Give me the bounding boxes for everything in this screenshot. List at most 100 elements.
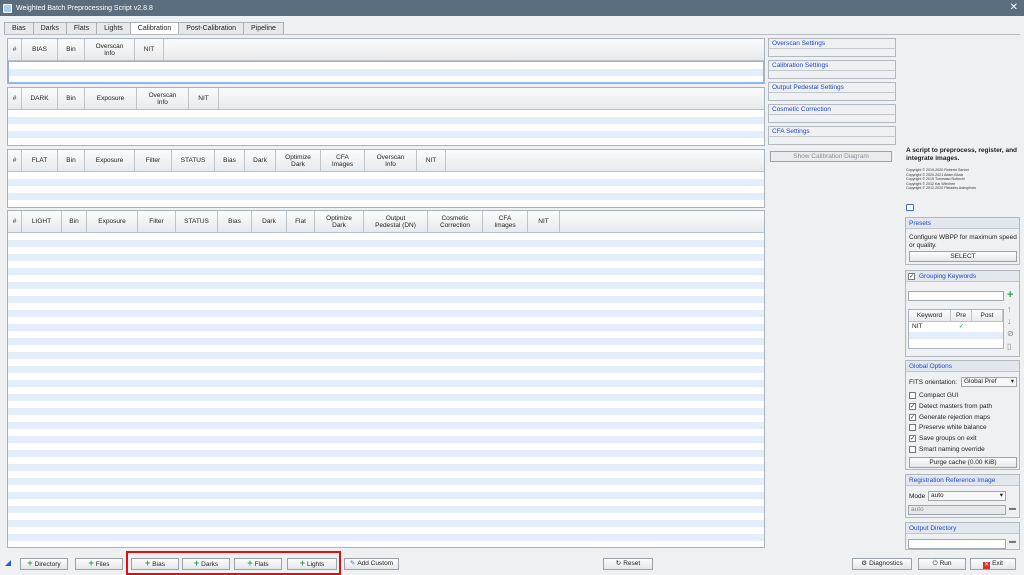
col-bin[interactable]: Bin — [62, 211, 87, 232]
col-optimize-dark[interactable]: Optimize Dark — [315, 211, 364, 232]
col-bin[interactable]: Bin — [58, 39, 85, 60]
keywords-table[interactable]: Keyword Pre Post NIT ✓ — [908, 309, 1004, 349]
col-status[interactable]: STATUS — [172, 150, 215, 171]
col-bin[interactable]: Bin — [58, 88, 85, 109]
output-directory-input[interactable] — [908, 539, 1006, 549]
grouping-header[interactable]: Grouping Keywords — [906, 271, 1019, 282]
flat-table[interactable]: # FLAT Bin Exposure Filter STATUS Bias D… — [7, 149, 765, 208]
compact-gui-checkbox[interactable]: Compact GUI — [909, 391, 1019, 400]
tab-lights[interactable]: Lights — [96, 22, 131, 34]
keyword-input[interactable] — [908, 291, 1004, 301]
select-preset-button[interactable]: SELECT — [909, 251, 1017, 262]
reset-button[interactable]: ↻ Reset — [603, 558, 653, 570]
calibration-settings-section[interactable]: Calibration Settings — [768, 60, 896, 79]
comment-icon[interactable] — [906, 204, 914, 211]
arrow-down-icon[interactable]: ↓ — [1007, 316, 1012, 326]
tab-darks[interactable]: Darks — [32, 22, 67, 34]
folder-icon[interactable]: ▬ — [1009, 505, 1016, 512]
col-bin[interactable]: Bin — [58, 150, 85, 171]
reference-image-input[interactable]: auto — [908, 505, 1006, 515]
keyword-cell: NIT — [912, 323, 923, 330]
output-pedestal-section[interactable]: Output Pedestal Settings — [768, 82, 896, 101]
rejection-maps-checkbox[interactable]: ✓ Generate rejection maps — [909, 413, 1019, 422]
col-nit[interactable]: NIT — [528, 211, 560, 232]
col-dark[interactable]: DARK — [22, 88, 58, 109]
col-overscan[interactable]: Overscan Info — [85, 39, 135, 60]
link-icon[interactable]: ⊘ — [1007, 329, 1014, 338]
exit-icon: ✕ — [983, 562, 991, 569]
col-dark[interactable]: Dark — [252, 211, 287, 232]
section-header[interactable]: CFA Settings — [769, 127, 895, 137]
col-index[interactable]: # — [8, 211, 22, 232]
col-nit[interactable]: NIT — [417, 150, 446, 171]
tab-bias[interactable]: Bias — [4, 22, 34, 34]
col-flat[interactable]: FLAT — [22, 150, 58, 171]
fits-orientation-label: FITS orientation: — [909, 379, 958, 386]
files-button[interactable]: + Files — [75, 558, 123, 570]
table-row[interactable]: NIT ✓ — [909, 322, 1003, 332]
exit-button[interactable]: ✕ Exit — [970, 558, 1016, 570]
col-index[interactable]: # — [8, 88, 22, 109]
resize-corner-icon[interactable] — [5, 560, 11, 566]
save-groups-checkbox[interactable]: ✓ Save groups on exit — [909, 434, 1019, 443]
col-post[interactable]: Post — [972, 310, 1003, 321]
pre-check-icon[interactable]: ✓ — [951, 322, 972, 332]
run-button[interactable]: ⏻ Run — [918, 558, 966, 570]
light-table[interactable]: # LIGHT Bin Exposure Filter STATUS Bias … — [7, 210, 765, 548]
detect-masters-checkbox[interactable]: ✓ Detect masters from path — [909, 402, 1019, 411]
diagnostics-button[interactable]: ⚙ Diagnostics — [852, 558, 912, 570]
col-optimize-dark[interactable]: Optimize Dark — [276, 150, 321, 171]
col-keyword[interactable]: Keyword — [909, 310, 951, 321]
col-cosmetic-correction[interactable]: Cosmetic Correction — [428, 211, 483, 232]
overscan-settings-section[interactable]: Overscan Settings — [768, 38, 896, 57]
section-header[interactable]: Overscan Settings — [769, 39, 895, 49]
section-header[interactable]: Calibration Settings — [769, 61, 895, 71]
col-nit[interactable]: NIT — [135, 39, 164, 60]
col-index[interactable]: # — [8, 39, 22, 60]
col-bias[interactable]: Bias — [218, 211, 252, 232]
arrow-up-icon[interactable]: ↑ — [1007, 304, 1012, 314]
col-cfa-images[interactable]: CFA Images — [321, 150, 365, 171]
add-keyword-icon[interactable]: + — [1007, 289, 1013, 301]
add-custom-button[interactable]: ✎ Add Custom — [344, 558, 399, 570]
show-calibration-diagram-button[interactable]: Show Calibration Diagram — [770, 151, 892, 162]
tab-flats[interactable]: Flats — [65, 22, 98, 34]
tab-post-calibration[interactable]: Post-Calibration — [178, 22, 245, 34]
trash-icon[interactable]: ▯ — [1007, 342, 1011, 351]
post-cell[interactable] — [972, 322, 1003, 332]
cfa-settings-section[interactable]: CFA Settings — [768, 126, 896, 145]
folder-icon[interactable]: ▬ — [1009, 538, 1016, 545]
grouping-checkbox[interactable]: ✓ — [908, 272, 917, 281]
close-icon[interactable]: ✕ — [1010, 2, 1018, 14]
fits-orientation-select[interactable]: Global Pref ▾ — [961, 377, 1017, 387]
col-filter[interactable]: Filter — [138, 211, 176, 232]
col-exposure[interactable]: Exposure — [87, 211, 138, 232]
col-nit[interactable]: NIT — [189, 88, 219, 109]
col-exposure[interactable]: Exposure — [85, 150, 135, 171]
preserve-white-balance-checkbox[interactable]: Preserve white balance — [909, 423, 1019, 432]
col-index[interactable]: # — [8, 150, 22, 171]
col-overscan[interactable]: Overscan Info — [137, 88, 189, 109]
col-bias[interactable]: Bias — [215, 150, 245, 171]
directory-button[interactable]: + Directory — [20, 558, 68, 570]
section-header[interactable]: Output Pedestal Settings — [769, 83, 895, 93]
col-pre[interactable]: Pre — [951, 310, 972, 321]
col-cfa-images[interactable]: CFA Images — [483, 211, 528, 232]
mode-select[interactable]: auto ▾ — [928, 491, 1006, 501]
col-dark[interactable]: Dark — [245, 150, 276, 171]
dark-table[interactable]: # DARK Bin Exposure Overscan Info NIT — [7, 87, 765, 146]
purge-cache-button[interactable]: Purge cache (0.00 KiB) — [909, 457, 1017, 468]
col-light[interactable]: LIGHT — [22, 211, 62, 232]
col-bias[interactable]: BIAS — [22, 39, 58, 60]
tab-pipeline[interactable]: Pipeline — [243, 22, 284, 34]
bias-table[interactable]: # BIAS Bin Overscan Info NIT — [7, 38, 765, 84]
col-output-pedestal[interactable]: Output Pedestal (DN) — [364, 211, 428, 232]
cosmetic-correction-section[interactable]: Cosmetic Correction — [768, 104, 896, 123]
col-overscan[interactable]: Overscan Info — [365, 150, 417, 171]
section-header[interactable]: Cosmetic Correction — [769, 105, 895, 115]
smart-naming-checkbox[interactable]: Smart naming override — [909, 445, 1019, 454]
col-filter[interactable]: Filter — [135, 150, 172, 171]
col-status[interactable]: STATUS — [176, 211, 218, 232]
col-exposure[interactable]: Exposure — [85, 88, 137, 109]
col-flat[interactable]: Flat — [287, 211, 315, 232]
